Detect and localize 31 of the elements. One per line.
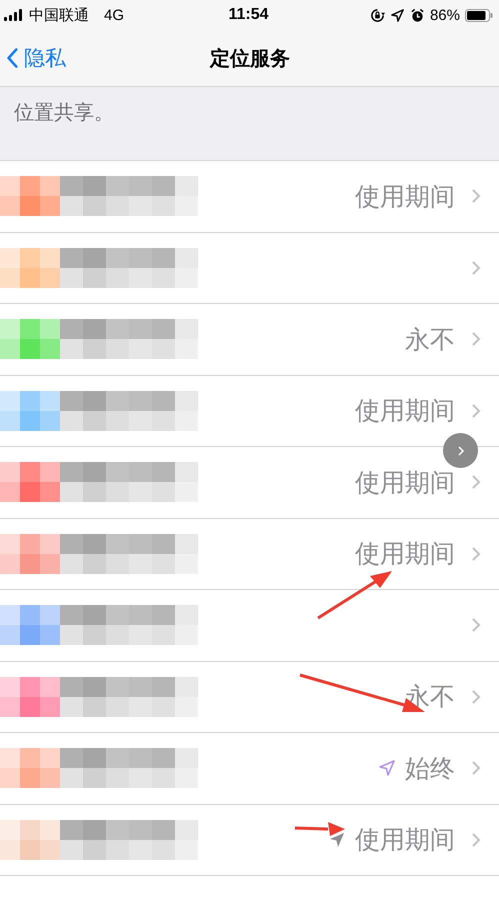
network-type: 4G	[104, 6, 124, 24]
back-chevron-icon	[6, 46, 18, 70]
permission-value: 使用期间	[355, 396, 455, 428]
annotation-arrow	[294, 822, 345, 836]
permission-value: 永不	[405, 324, 455, 356]
permission-value: 使用期间	[355, 825, 455, 856]
permission-value: 使用期间	[355, 182, 455, 213]
battery-icon	[464, 8, 493, 22]
nav-title: 定位服务	[208, 46, 291, 72]
alarm-icon	[410, 8, 425, 22]
chevron-icon	[471, 402, 481, 419]
chevron-icon	[471, 331, 481, 348]
permission-value: 使用期间	[355, 468, 455, 499]
status-time: 11:54	[228, 6, 269, 24]
permission-value: 使用期间	[355, 539, 455, 570]
chevron-icon	[471, 760, 481, 776]
chevron-icon	[471, 688, 481, 705]
rotation-lock-icon	[370, 8, 385, 22]
back-button[interactable]: 隐私	[0, 38, 66, 78]
chevron-icon	[471, 617, 481, 634]
chevron-icon	[471, 832, 481, 848]
permission-value: 始终	[405, 754, 455, 785]
chevron-icon	[471, 546, 481, 562]
location-icon	[390, 8, 405, 22]
battery-percent: 86%	[430, 6, 460, 24]
chevron-icon	[471, 260, 481, 276]
chevron-icon	[471, 188, 481, 204]
carrier-name: 中国联通	[29, 6, 89, 24]
section-footer-text: 位置共享。	[14, 101, 114, 126]
signal-icon	[4, 9, 24, 21]
chevron-icon	[471, 474, 481, 490]
